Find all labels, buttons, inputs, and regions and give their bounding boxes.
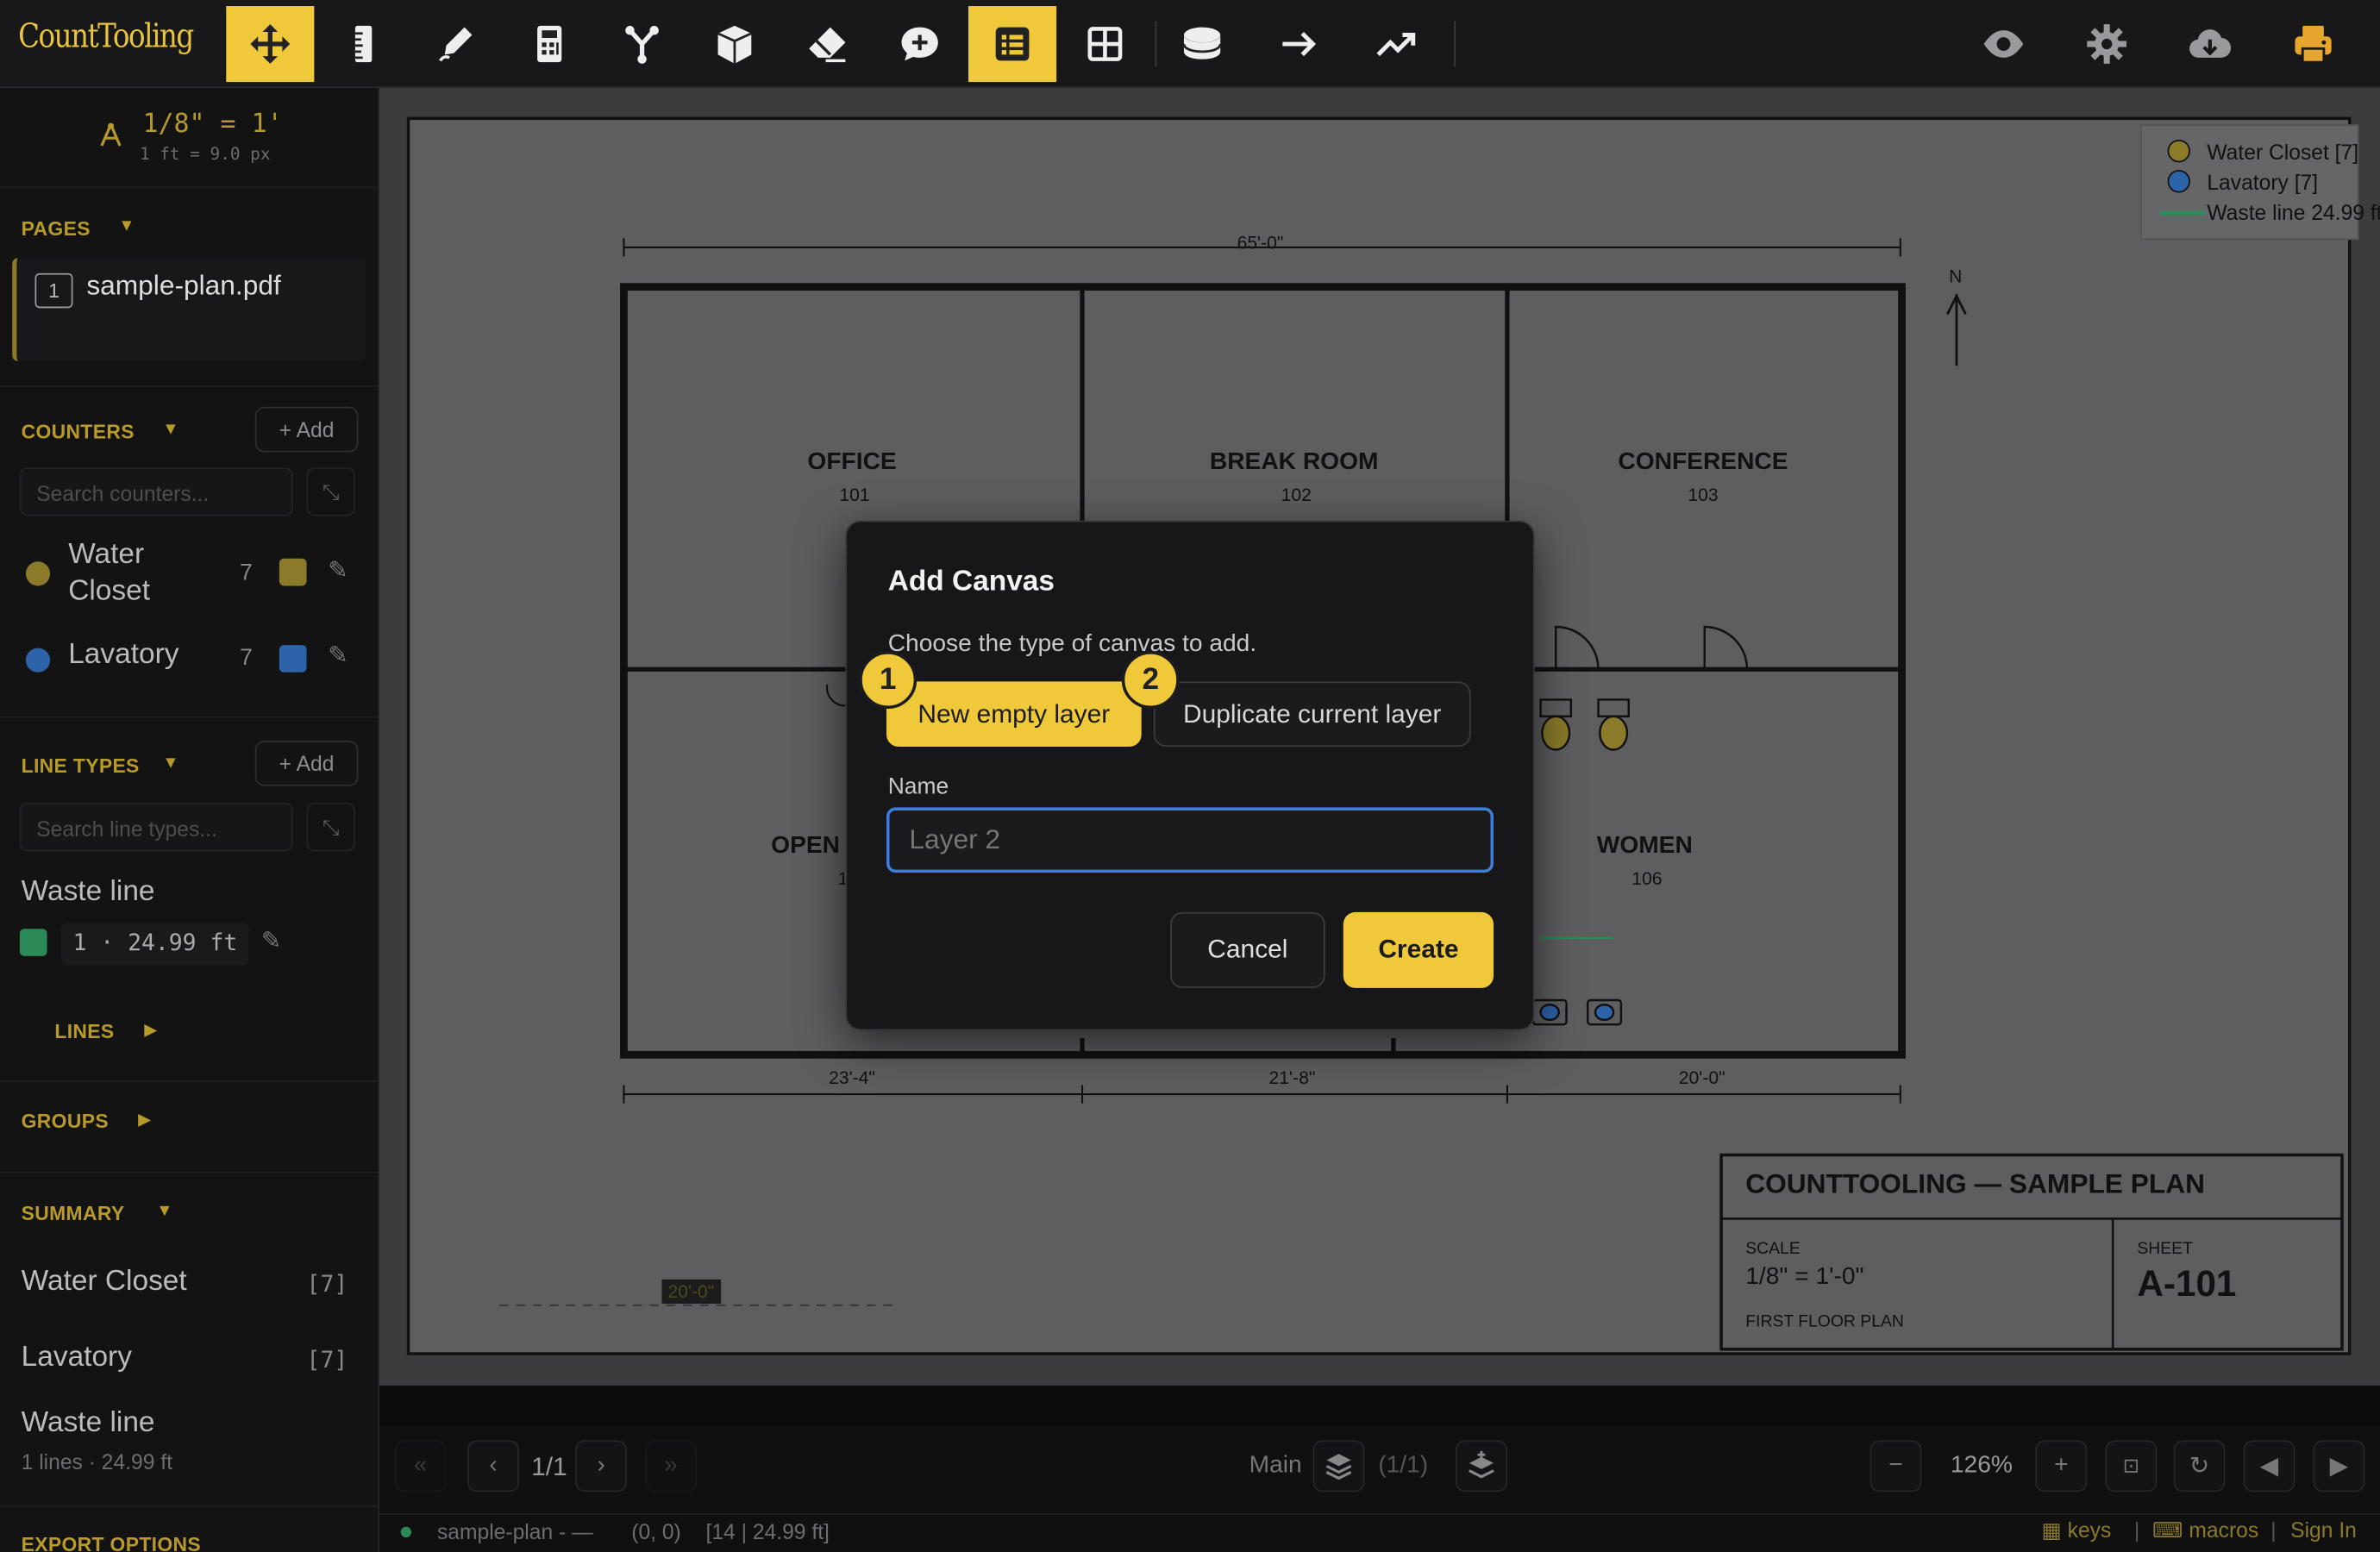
duplicate-current-layer-option[interactable]: Duplicate current layer xyxy=(1153,681,1471,748)
name-field-label: Name xyxy=(887,773,949,800)
dialog-subtitle: Choose the type of canvas to add. xyxy=(887,631,1257,658)
create-button[interactable]: Create xyxy=(1343,911,1494,988)
add-canvas-dialog: Add Canvas Choose the type of canvas to … xyxy=(845,520,1535,1031)
option-badge-1: 1 xyxy=(859,651,918,710)
dialog-title: Add Canvas xyxy=(887,566,1055,598)
new-empty-layer-option[interactable]: New empty layer xyxy=(886,681,1142,748)
layer-name-input[interactable] xyxy=(886,807,1494,873)
option-badge-2: 2 xyxy=(1121,651,1180,710)
cancel-button[interactable]: Cancel xyxy=(1170,911,1325,988)
